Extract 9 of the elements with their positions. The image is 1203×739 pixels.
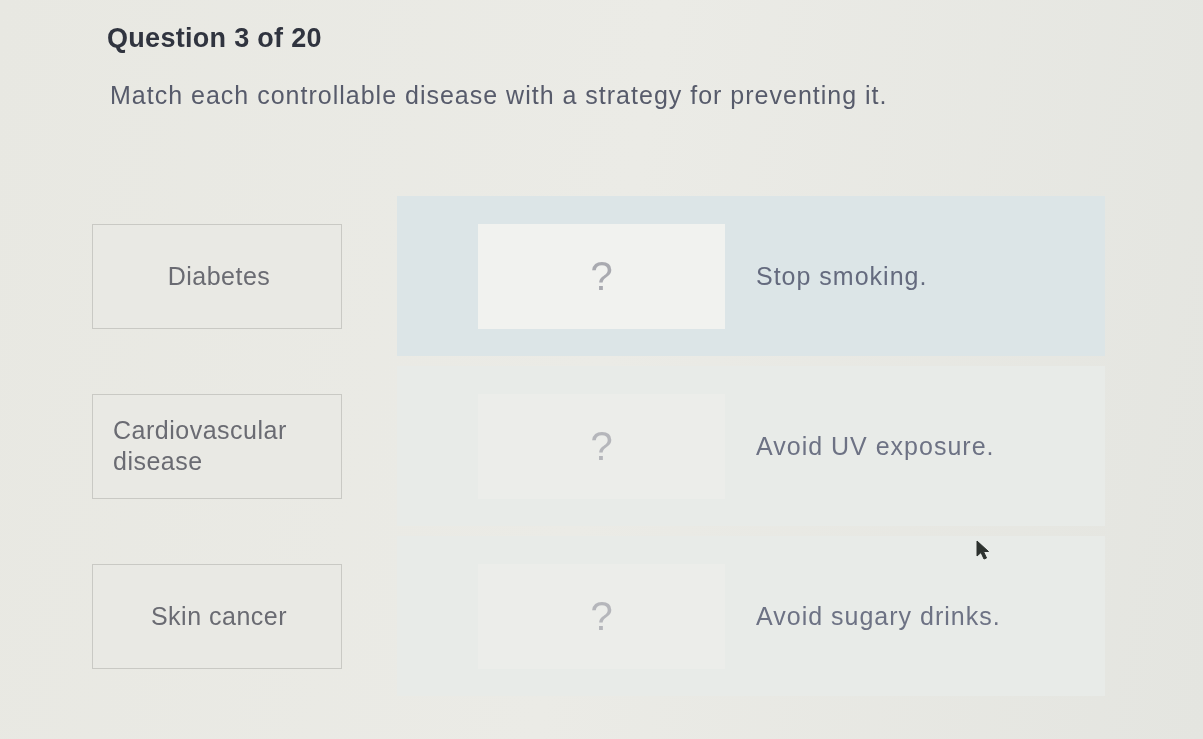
strategy-text: Avoid sugary drinks. bbox=[756, 601, 1001, 631]
question-prompt: Match each controllable disease with a strategy for preventing it. bbox=[110, 80, 888, 110]
question-counter: Question 3 of 20 bbox=[107, 22, 322, 54]
term-card[interactable]: Skin cancer bbox=[92, 563, 342, 669]
strategy-text: Avoid UV exposure. bbox=[756, 431, 995, 461]
strategy-text: Stop smoking. bbox=[756, 261, 928, 291]
term-card[interactable]: Diabetes bbox=[92, 223, 342, 329]
mouse-pointer-icon bbox=[976, 540, 990, 560]
term-card[interactable]: Cardiovascular disease bbox=[92, 393, 342, 499]
